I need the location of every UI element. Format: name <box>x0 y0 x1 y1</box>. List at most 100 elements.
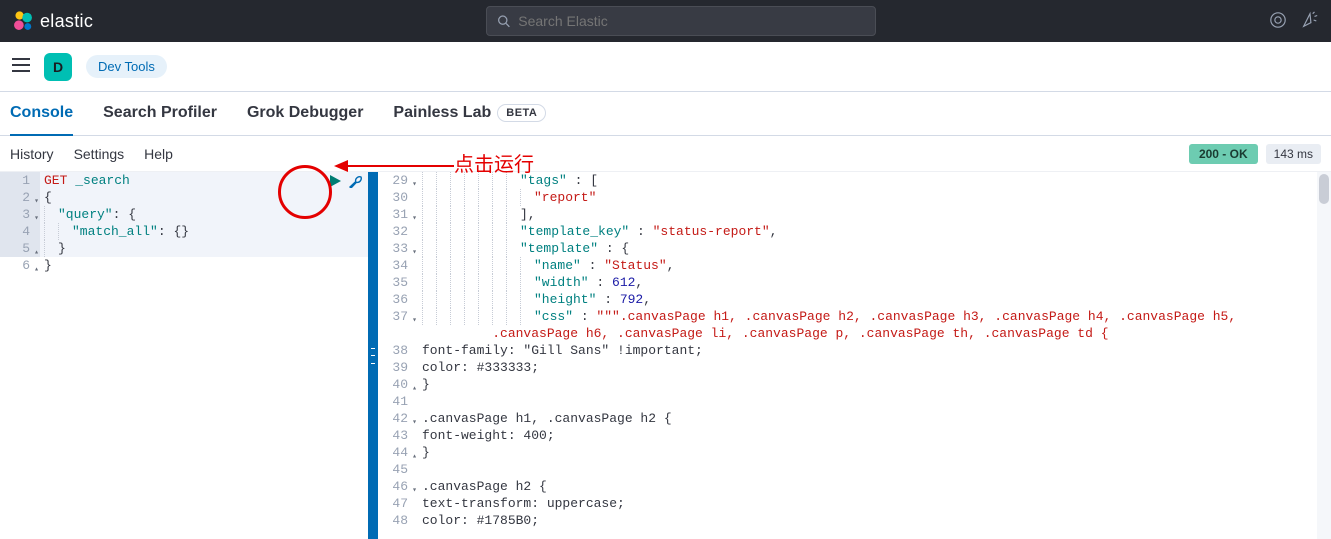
code-line[interactable]: 32"template_key" : "status-report", <box>378 223 1331 240</box>
tab-console[interactable]: Console <box>10 92 73 136</box>
code-content: "template_key" : "status-report", <box>418 223 1331 240</box>
fold-icon[interactable]: ▾ <box>412 312 417 329</box>
code-line[interactable]: 42▾.canvasPage h1, .canvasPage h2 { <box>378 410 1331 427</box>
code-line[interactable]: 35"width" : 612, <box>378 274 1331 291</box>
run-request-button[interactable] <box>328 174 342 188</box>
code-line[interactable]: 6▴} <box>0 257 368 274</box>
cheer-icon[interactable] <box>1301 11 1319 32</box>
code-line[interactable]: 5▴} <box>0 240 368 257</box>
code-content: font-weight: 400; <box>418 427 1331 444</box>
code-line[interactable]: 40▴} <box>378 376 1331 393</box>
line-number: 45 <box>378 461 418 478</box>
code-line[interactable]: 48color: #1785B0; <box>378 512 1331 529</box>
code-content: "match_all": {} <box>40 223 368 240</box>
line-number: 35 <box>378 274 418 291</box>
code-content: "width" : 612, <box>418 274 1331 291</box>
wrench-icon <box>348 174 362 188</box>
code-line[interactable]: 34"name" : "Status", <box>378 257 1331 274</box>
response-pane[interactable]: 29▾"tags" : [30"report"31▾],32"template_… <box>378 172 1331 539</box>
code-line[interactable]: 2▾{ <box>0 189 368 206</box>
tab-painless-label: Painless Lab <box>393 104 491 122</box>
nav-toggle-button[interactable] <box>12 58 30 75</box>
code-content <box>418 461 1331 478</box>
code-content: "name" : "Status", <box>418 257 1331 274</box>
line-number: 46▾ <box>378 478 418 495</box>
search-input[interactable] <box>518 13 865 29</box>
code-line[interactable]: 41 <box>378 393 1331 410</box>
code-content: } <box>40 240 368 257</box>
beta-badge: BETA <box>497 104 546 122</box>
tab-search-profiler[interactable]: Search Profiler <box>103 92 217 136</box>
code-content: color: #333333; <box>418 359 1331 376</box>
line-number: 30 <box>378 189 418 206</box>
fold-icon[interactable]: ▴ <box>34 261 39 278</box>
line-number: 34 <box>378 257 418 274</box>
code-line[interactable]: 44▴} <box>378 444 1331 461</box>
line-number: 2▾ <box>0 189 40 206</box>
code-content: "height" : 792, <box>418 291 1331 308</box>
help-button[interactable]: Help <box>144 146 173 162</box>
line-number: 44▴ <box>378 444 418 461</box>
tab-grok-debugger[interactable]: Grok Debugger <box>247 92 363 136</box>
play-icon <box>328 174 342 188</box>
code-content: { <box>40 189 368 206</box>
code-line[interactable]: 36"height" : 792, <box>378 291 1331 308</box>
request-options-button[interactable] <box>348 174 362 188</box>
response-scrollbar[interactable] <box>1317 172 1331 539</box>
hamburger-icon <box>12 58 30 72</box>
code-line[interactable]: 31▾], <box>378 206 1331 223</box>
code-line[interactable]: 39color: #333333; <box>378 359 1331 376</box>
tab-painless-lab[interactable]: Painless Lab BETA <box>393 92 546 136</box>
code-line[interactable]: 30"report" <box>378 189 1331 206</box>
line-number: 3▾ <box>0 206 40 223</box>
request-pane[interactable]: 1GET _search2▾{3▾"query": {4"match_all":… <box>0 172 368 539</box>
code-content: "query": { <box>40 206 368 223</box>
code-line[interactable]: 1GET _search <box>0 172 368 189</box>
code-line[interactable]: 33▾"template" : { <box>378 240 1331 257</box>
code-content: } <box>40 257 368 274</box>
line-number: 5▴ <box>0 240 40 257</box>
search-icon <box>497 14 510 28</box>
history-button[interactable]: History <box>10 146 54 162</box>
brand-logo[interactable]: elastic <box>12 10 93 32</box>
code-content: "template" : { <box>418 240 1331 257</box>
scrollbar-thumb[interactable] <box>1319 174 1329 204</box>
code-line[interactable]: 38font-family: "Gill Sans" !important; <box>378 342 1331 359</box>
code-content: } <box>418 444 1331 461</box>
code-line[interactable]: 29▾"tags" : [ <box>378 172 1331 189</box>
line-number: 4 <box>0 223 40 240</box>
line-number: 31▾ <box>378 206 418 223</box>
newsfeed-icon[interactable] <box>1269 11 1287 32</box>
code-line[interactable]: 4"match_all": {} <box>0 223 368 240</box>
code-content: .canvasPage h2 { <box>418 478 1331 495</box>
code-line[interactable]: 46▾.canvasPage h2 { <box>378 478 1331 495</box>
status-badge: 200 - OK <box>1189 144 1258 164</box>
code-content: "report" <box>418 189 1331 206</box>
code-line[interactable]: 37▾"css" : """.canvasPage h1, .canvasPag… <box>378 308 1331 342</box>
code-content: GET _search <box>40 172 368 189</box>
line-number: 41 <box>378 393 418 410</box>
line-number: 29▾ <box>378 172 418 189</box>
app-header: D Dev Tools <box>0 42 1331 92</box>
line-number: 48 <box>378 512 418 529</box>
line-number: 39 <box>378 359 418 376</box>
settings-button[interactable]: Settings <box>74 146 125 162</box>
code-content: text-transform: uppercase; <box>418 495 1331 512</box>
code-content: "tags" : [ <box>418 172 1331 189</box>
line-number: 32 <box>378 223 418 240</box>
line-number: 37▾ <box>378 308 418 342</box>
line-number: 40▴ <box>378 376 418 393</box>
code-content: .canvasPage h1, .canvasPage h2 { <box>418 410 1331 427</box>
latency-badge: 143 ms <box>1266 144 1321 164</box>
code-line[interactable]: 45 <box>378 461 1331 478</box>
code-line[interactable]: 3▾"query": { <box>0 206 368 223</box>
pane-splitter[interactable] <box>368 172 378 539</box>
space-avatar[interactable]: D <box>44 53 72 81</box>
line-number: 6▴ <box>0 257 40 274</box>
global-search[interactable] <box>486 6 876 36</box>
code-line[interactable]: 43font-weight: 400; <box>378 427 1331 444</box>
elastic-logo-icon <box>12 10 34 32</box>
code-line[interactable]: 47text-transform: uppercase; <box>378 495 1331 512</box>
breadcrumb-devtools[interactable]: Dev Tools <box>86 55 167 78</box>
code-content: font-family: "Gill Sans" !important; <box>418 342 1331 359</box>
